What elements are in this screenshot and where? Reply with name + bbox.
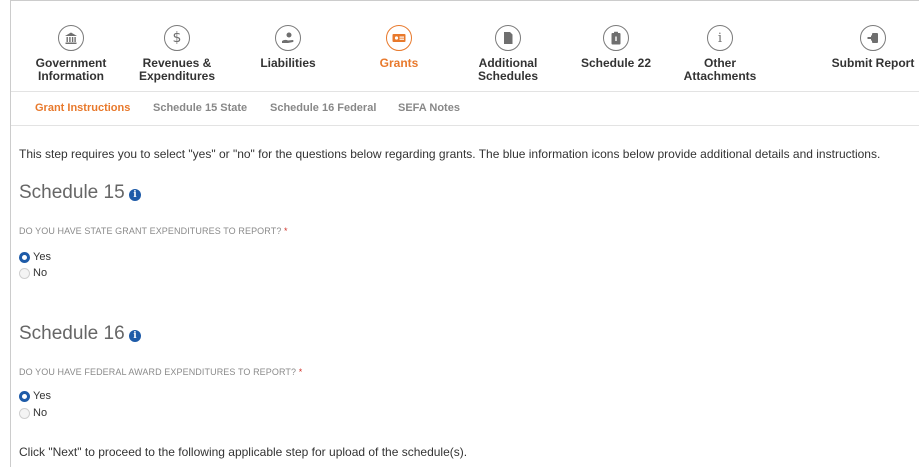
step-label: Grants <box>379 56 419 70</box>
required-marker: * <box>298 367 303 377</box>
bank-icon <box>58 25 84 51</box>
schedule-15-no-option[interactable]: No <box>19 267 47 279</box>
step-label: Submit Report <box>831 56 915 70</box>
schedule-15-question: DO YOU HAVE STATE GRANT EXPENDITURES TO … <box>19 226 288 236</box>
radio-label: Yes <box>33 390 51 402</box>
step-label: Other Attachments <box>683 56 757 83</box>
tab-sefa-notes[interactable]: SEFA Notes <box>398 102 460 114</box>
info-icon[interactable]: i <box>129 330 141 342</box>
schedule-16-title: Schedule 16 <box>19 323 125 344</box>
sub-tabs: Grant Instructions Schedule 15 State Sch… <box>11 92 919 126</box>
radio-button[interactable] <box>19 407 30 419</box>
dollar-icon: $ <box>164 25 190 51</box>
question-text: DO YOU HAVE FEDERAL AWARD EXPENDITURES T… <box>19 367 297 377</box>
money-bill-icon <box>386 25 412 51</box>
hand-coin-icon <box>275 25 301 51</box>
step-label: Revenues & Expenditures <box>138 56 216 83</box>
submit-icon <box>860 25 886 51</box>
radio-label: No <box>33 407 48 419</box>
info-icon[interactable]: i <box>129 189 141 201</box>
radio-button[interactable] <box>19 267 30 279</box>
step-label: Additional Schedules <box>477 56 539 83</box>
document-icon <box>495 25 521 51</box>
radio-label: No <box>33 267 48 279</box>
report-wizard: Government Information $ Revenues & Expe… <box>10 0 919 467</box>
tab-grant-instructions[interactable]: Grant Instructions <box>35 102 130 114</box>
schedule-16-yes-option[interactable]: Yes <box>19 390 51 402</box>
step-label: Government Information <box>35 56 107 83</box>
step-label: Schedule 22 <box>580 56 652 70</box>
step-label: Liabilities <box>260 56 316 70</box>
clipboard-icon <box>603 25 629 51</box>
radio-label: Yes <box>33 251 51 263</box>
schedule-15-title: Schedule 15 <box>19 182 125 203</box>
schedule-15-yes-option[interactable]: Yes <box>19 251 51 263</box>
tab-schedule-15-state[interactable]: Schedule 15 State <box>153 102 247 114</box>
radio-button[interactable] <box>19 390 30 402</box>
step-navigation: Government Information $ Revenues & Expe… <box>11 1 919 92</box>
schedule-16-question: DO YOU HAVE FEDERAL AWARD EXPENDITURES T… <box>19 367 302 377</box>
tab-schedule-16-federal[interactable]: Schedule 16 Federal <box>270 102 376 114</box>
footer-text: Click "Next" to proceed to the following… <box>19 445 468 459</box>
question-text: DO YOU HAVE STATE GRANT EXPENDITURES TO … <box>19 226 282 236</box>
intro-text: This step requires you to select "yes" o… <box>19 147 881 161</box>
radio-button[interactable] <box>19 251 30 263</box>
required-marker: * <box>284 226 288 236</box>
info-icon: i <box>707 25 733 51</box>
schedule-16-no-option[interactable]: No <box>19 407 47 419</box>
